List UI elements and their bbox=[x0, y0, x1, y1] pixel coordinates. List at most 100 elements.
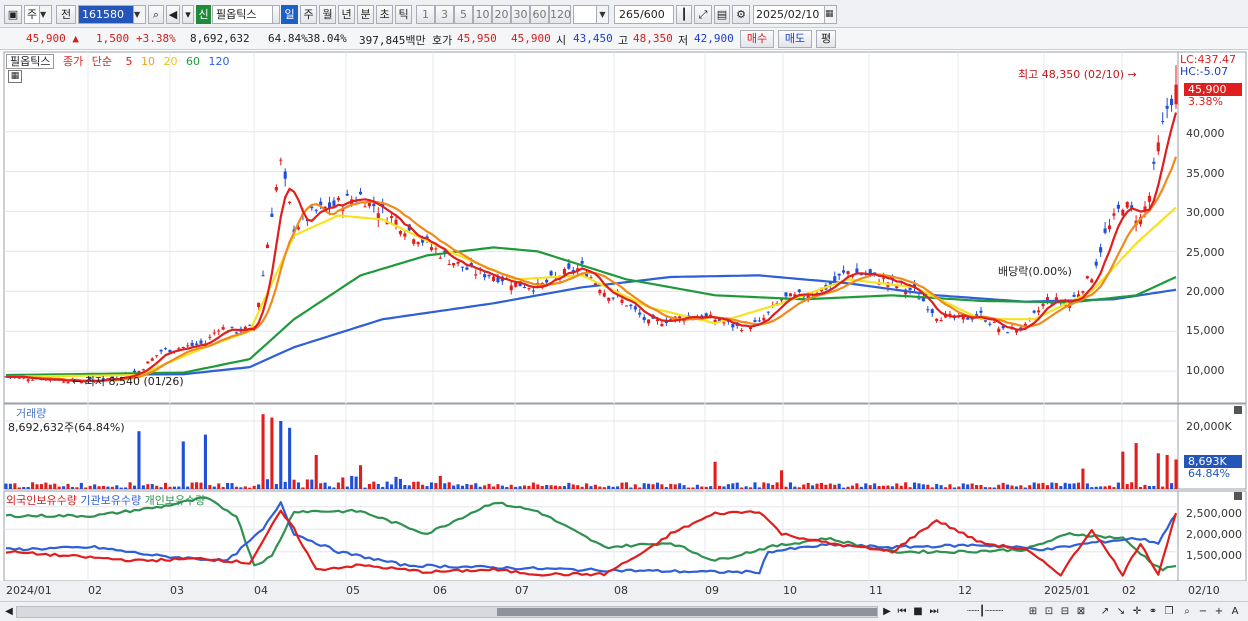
zoom-slider[interactable]: ┈┈┃┈┈┈ bbox=[950, 604, 1020, 619]
volume-bar bbox=[580, 486, 584, 489]
grid-tool-icon[interactable]: ⊡ bbox=[1042, 604, 1056, 619]
stock-chart[interactable] bbox=[0, 51, 1248, 621]
market-label: 주 bbox=[27, 8, 38, 21]
market-select[interactable]: 주 ▼ bbox=[24, 5, 52, 24]
volume-bar bbox=[31, 482, 35, 489]
volume-bar bbox=[469, 484, 473, 489]
candle-body bbox=[1152, 161, 1156, 164]
volume-bar bbox=[141, 485, 145, 489]
trend-icon[interactable]: ↗ bbox=[1098, 604, 1112, 619]
period-minute[interactable]: 분 bbox=[357, 5, 374, 24]
chart-tool-icon[interactable]: ⊞ bbox=[1026, 604, 1040, 619]
buy-button[interactable]: 매수 bbox=[740, 30, 774, 48]
period-tick[interactable]: 틱 bbox=[395, 5, 412, 24]
volume-bar bbox=[1001, 482, 1005, 489]
scroll-right-icon[interactable]: ▶ bbox=[880, 604, 894, 619]
candle-body bbox=[164, 348, 168, 350]
high-label: 고 bbox=[618, 34, 629, 47]
interval-1[interactable]: 1 bbox=[416, 5, 435, 24]
hold-y-tick-2000000: 2,000,000 bbox=[1186, 528, 1242, 541]
period-monthly[interactable]: 월 bbox=[319, 5, 336, 24]
horizontal-scrollbar[interactable] bbox=[16, 606, 878, 618]
volume-bar bbox=[988, 487, 992, 489]
rewind-icon[interactable]: ⏮ bbox=[895, 604, 909, 619]
speaker-icon[interactable]: ◀ bbox=[166, 5, 180, 24]
volume-bar bbox=[132, 485, 137, 489]
font-size-icon[interactable]: A bbox=[1228, 604, 1242, 619]
copy-icon[interactable]: ❐ bbox=[1162, 604, 1176, 619]
volume-bar bbox=[425, 486, 429, 489]
candle-type-icon[interactable]: ┃ bbox=[676, 5, 692, 24]
interval-3[interactable]: 3 bbox=[435, 5, 454, 24]
volume-bar bbox=[13, 483, 17, 489]
volume-bar bbox=[106, 486, 110, 489]
split-tool-icon[interactable]: ⊠ bbox=[1074, 604, 1088, 619]
volume-bar bbox=[558, 486, 562, 489]
fast-forward-icon[interactable]: ⏭ bbox=[927, 604, 941, 619]
candle-body bbox=[567, 263, 571, 269]
candle-body bbox=[363, 206, 367, 208]
volume-bar bbox=[252, 485, 256, 489]
interval-5[interactable]: 5 bbox=[454, 5, 473, 24]
zoom-in-icon[interactable]: + bbox=[1212, 604, 1226, 619]
interval-120[interactable]: 120 bbox=[549, 5, 571, 24]
volume-bar bbox=[283, 481, 287, 489]
volume-bar bbox=[744, 486, 748, 489]
candle-body bbox=[624, 305, 628, 307]
volume-bar bbox=[607, 485, 611, 489]
close-icon[interactable] bbox=[1234, 406, 1242, 414]
volume-bar bbox=[536, 484, 540, 489]
chevron-down-icon[interactable] bbox=[272, 5, 280, 24]
draw-tool-icon[interactable]: ⤢ bbox=[694, 5, 712, 24]
volume-bar bbox=[717, 485, 722, 489]
legend-stock[interactable]: 필옵틱스 bbox=[6, 54, 55, 69]
x-label-06: 06 bbox=[433, 584, 447, 597]
interval-custom-input[interactable]: ▼ bbox=[573, 5, 609, 24]
volume-bar bbox=[429, 482, 433, 489]
crosshair-icon[interactable]: ✛ bbox=[1130, 604, 1144, 619]
volume-bar bbox=[1170, 483, 1174, 489]
scroll-thumb[interactable] bbox=[497, 608, 877, 616]
candle-body bbox=[620, 299, 624, 303]
trend-down-icon[interactable]: ↘ bbox=[1114, 604, 1128, 619]
count-input[interactable]: 265/600 bbox=[614, 5, 674, 24]
sell-button[interactable]: 매도 bbox=[778, 30, 812, 48]
interval-30[interactable]: 30 bbox=[511, 5, 530, 24]
date-input[interactable]: 2025/02/10 ▦ bbox=[753, 5, 837, 24]
legend-ma120: 120 bbox=[208, 55, 230, 68]
gear-icon[interactable]: ⚙ bbox=[732, 5, 750, 24]
average-button[interactable]: 평 bbox=[816, 30, 836, 48]
save-icon[interactable]: ▤ bbox=[714, 5, 730, 24]
zoom-icon[interactable]: ⌕ bbox=[1180, 604, 1194, 619]
link-icon[interactable]: ⚭ bbox=[1146, 604, 1160, 619]
chevron-down-icon[interactable]: ▾ bbox=[182, 5, 194, 24]
zoom-out-icon[interactable]: − bbox=[1196, 604, 1210, 619]
search-icon[interactable]: ⌕ bbox=[148, 5, 164, 24]
volume-bar bbox=[585, 483, 589, 489]
interval-60[interactable]: 60 bbox=[530, 5, 549, 24]
close-icon[interactable] bbox=[1234, 492, 1242, 500]
candle-body bbox=[797, 289, 801, 292]
candle-body bbox=[629, 304, 633, 307]
overlay-tool-icon[interactable]: ⊟ bbox=[1058, 604, 1072, 619]
prev-button[interactable]: 전 bbox=[56, 5, 76, 24]
stop-icon[interactable]: ■ bbox=[911, 604, 925, 619]
period-daily[interactable]: 일 bbox=[281, 5, 298, 24]
period-yearly[interactable]: 년 bbox=[338, 5, 355, 24]
candle-body bbox=[757, 320, 761, 322]
interval-20[interactable]: 20 bbox=[492, 5, 511, 24]
interval-10[interactable]: 10 bbox=[473, 5, 492, 24]
stock-code-input[interactable]: 161580 ▼ bbox=[78, 5, 146, 24]
volume-bar bbox=[70, 487, 75, 489]
period-weekly[interactable]: 주 bbox=[300, 5, 317, 24]
period-second[interactable]: 초 bbox=[376, 5, 393, 24]
menu-icon[interactable]: ▣ bbox=[4, 5, 22, 24]
turnover-ratio: 38.04% bbox=[307, 32, 347, 45]
x-label-08: 08 bbox=[614, 584, 628, 597]
stock-name-field[interactable]: 필옵틱스 bbox=[212, 5, 274, 24]
table-icon[interactable]: ▦ bbox=[8, 70, 22, 83]
volume-bar bbox=[248, 487, 252, 489]
scroll-left-icon[interactable]: ◀ bbox=[2, 604, 16, 619]
candle-body bbox=[394, 219, 398, 225]
volume-bar bbox=[381, 486, 385, 489]
